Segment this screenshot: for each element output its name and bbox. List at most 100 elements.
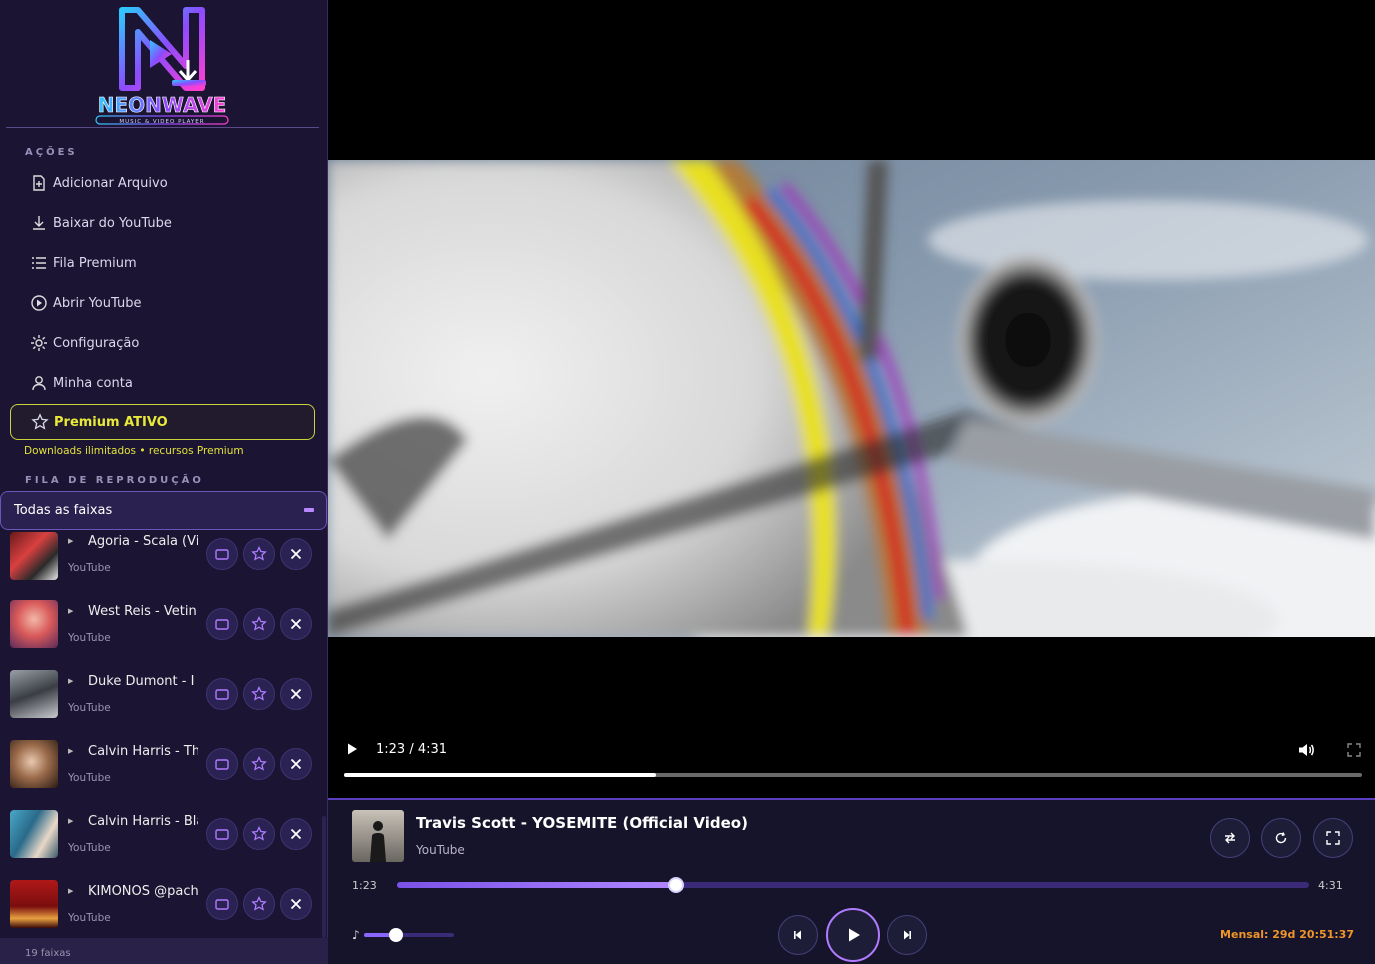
track-thumbnail xyxy=(10,740,58,788)
shuffle-icon xyxy=(1225,832,1235,844)
nav-download-youtube[interactable]: Baixar do YouTube xyxy=(30,210,310,236)
close-icon xyxy=(290,618,302,630)
star-icon xyxy=(31,413,49,430)
caret-right-icon: ▶ xyxy=(68,887,74,895)
skip-forward-icon xyxy=(904,930,911,940)
nav-settings-label: Configuração xyxy=(53,335,140,351)
queue-track[interactable]: ▶ KIMONOS @pacha YouTube xyxy=(0,880,322,938)
favorite-button[interactable] xyxy=(243,678,275,710)
tv-mode-button[interactable] xyxy=(206,538,238,570)
volume-slider-handle[interactable] xyxy=(388,928,403,942)
caret-right-icon: ▶ xyxy=(68,817,74,825)
track-thumbnail xyxy=(10,532,58,580)
favorite-button[interactable] xyxy=(243,888,275,920)
total-time: 4:31 xyxy=(1318,879,1343,892)
nav-my-account[interactable]: Minha conta xyxy=(30,370,310,396)
expand-button[interactable] xyxy=(1313,818,1353,858)
volume-slider[interactable] xyxy=(364,928,454,942)
add-file-icon xyxy=(33,175,45,191)
remove-track-button[interactable] xyxy=(280,538,312,570)
seek-bar-fill xyxy=(397,882,677,888)
track-thumbnail xyxy=(10,600,58,648)
video-progress-bar[interactable] xyxy=(344,773,1362,777)
track-title: Duke Dumont - I G xyxy=(88,674,198,689)
tv-mode-button[interactable] xyxy=(206,608,238,640)
video-frame[interactable] xyxy=(328,160,1375,637)
download-icon xyxy=(33,216,45,230)
repeat-button[interactable] xyxy=(1261,818,1301,858)
video-progress-fill xyxy=(344,773,656,777)
favorite-button[interactable] xyxy=(243,538,275,570)
queue-track[interactable]: ▶ Duke Dumont - I G YouTube xyxy=(0,670,322,740)
queue-track[interactable]: ▶ Calvin Harris - Blar YouTube xyxy=(0,810,322,880)
premium-subtitle: Downloads ilimitados • recursos Premium xyxy=(24,445,244,457)
star-icon xyxy=(251,686,267,701)
remove-track-button[interactable] xyxy=(280,748,312,780)
user-icon xyxy=(32,376,46,391)
remove-track-button[interactable] xyxy=(280,678,312,710)
seek-bar-handle[interactable] xyxy=(668,877,685,893)
nav-add-file-label: Adicionar Arquivo xyxy=(53,175,168,191)
track-source: YouTube xyxy=(68,632,111,644)
remove-track-button[interactable] xyxy=(280,608,312,640)
expand-icon xyxy=(1326,831,1340,845)
close-icon xyxy=(290,548,302,560)
actions-section-title: AÇÕES xyxy=(25,147,78,158)
queue-filter-dropdown[interactable]: Todas as faixas xyxy=(0,491,327,530)
nav-add-file[interactable]: Adicionar Arquivo xyxy=(30,170,310,196)
neonwave-logo: NEONWAVE MUSIC & VIDEO PLAYER xyxy=(0,0,328,128)
favorite-button[interactable] xyxy=(243,818,275,850)
star-icon xyxy=(251,756,267,771)
favorite-button[interactable] xyxy=(243,748,275,780)
tv-icon xyxy=(215,619,229,630)
queue-track[interactable]: ▶ Agoria - Scala (Vin YouTube xyxy=(0,530,322,600)
nav-open-youtube[interactable]: Abrir YouTube xyxy=(30,290,310,316)
tv-mode-button[interactable] xyxy=(206,818,238,850)
tv-mode-button[interactable] xyxy=(206,748,238,780)
tv-icon xyxy=(215,549,229,560)
video-time: 1:23 / 4:31 xyxy=(376,742,448,757)
tv-icon xyxy=(215,899,229,910)
close-icon xyxy=(290,758,302,770)
video-player[interactable] xyxy=(328,0,1375,798)
queue-track[interactable]: ▶ Calvin Harris - Thir YouTube xyxy=(0,740,322,810)
track-source: YouTube xyxy=(68,912,111,924)
gear-icon xyxy=(31,335,47,351)
queue-track[interactable]: ▶ West Reis - Vetin YouTube xyxy=(0,600,322,670)
seek-bar[interactable] xyxy=(397,877,1309,893)
play-icon xyxy=(849,928,860,942)
fullscreen-icon[interactable] xyxy=(1347,743,1361,757)
premium-status-button[interactable]: Premium ATIVO xyxy=(10,404,315,440)
tv-icon xyxy=(215,689,229,700)
play-button[interactable] xyxy=(826,908,880,962)
remove-track-button[interactable] xyxy=(280,818,312,850)
favorite-button[interactable] xyxy=(243,608,275,640)
collapse-icon[interactable] xyxy=(304,508,314,512)
track-title: Calvin Harris - Blar xyxy=(88,814,198,829)
nav-premium-queue-label: Fila Premium xyxy=(53,255,137,271)
nav-settings[interactable]: Configuração xyxy=(30,330,310,356)
nav-premium-queue[interactable]: Fila Premium xyxy=(30,250,310,276)
volume-icon[interactable] xyxy=(1297,741,1315,759)
previous-button[interactable] xyxy=(778,915,818,955)
queue-section-title: FILA DE REPRODUÇÃO xyxy=(25,475,204,486)
track-thumbnail xyxy=(10,810,58,858)
track-source: YouTube xyxy=(68,562,111,574)
tv-mode-button[interactable] xyxy=(206,678,238,710)
shuffle-button[interactable] xyxy=(1210,818,1250,858)
star-icon xyxy=(251,826,267,841)
queue-scrollbar[interactable] xyxy=(322,816,326,938)
tv-icon xyxy=(215,829,229,840)
list-icon xyxy=(32,257,46,269)
caret-right-icon: ▶ xyxy=(68,677,74,685)
queue-filter-label: Todas as faixas xyxy=(14,503,113,518)
remove-track-button[interactable] xyxy=(280,888,312,920)
track-source: YouTube xyxy=(68,842,111,854)
star-icon xyxy=(251,616,267,631)
next-button[interactable] xyxy=(887,915,927,955)
logo-tagline: MUSIC & VIDEO PLAYER xyxy=(119,119,204,125)
now-playing-source: YouTube xyxy=(416,843,465,857)
video-play-icon[interactable] xyxy=(345,742,359,756)
caret-right-icon: ▶ xyxy=(68,607,74,615)
tv-mode-button[interactable] xyxy=(206,888,238,920)
